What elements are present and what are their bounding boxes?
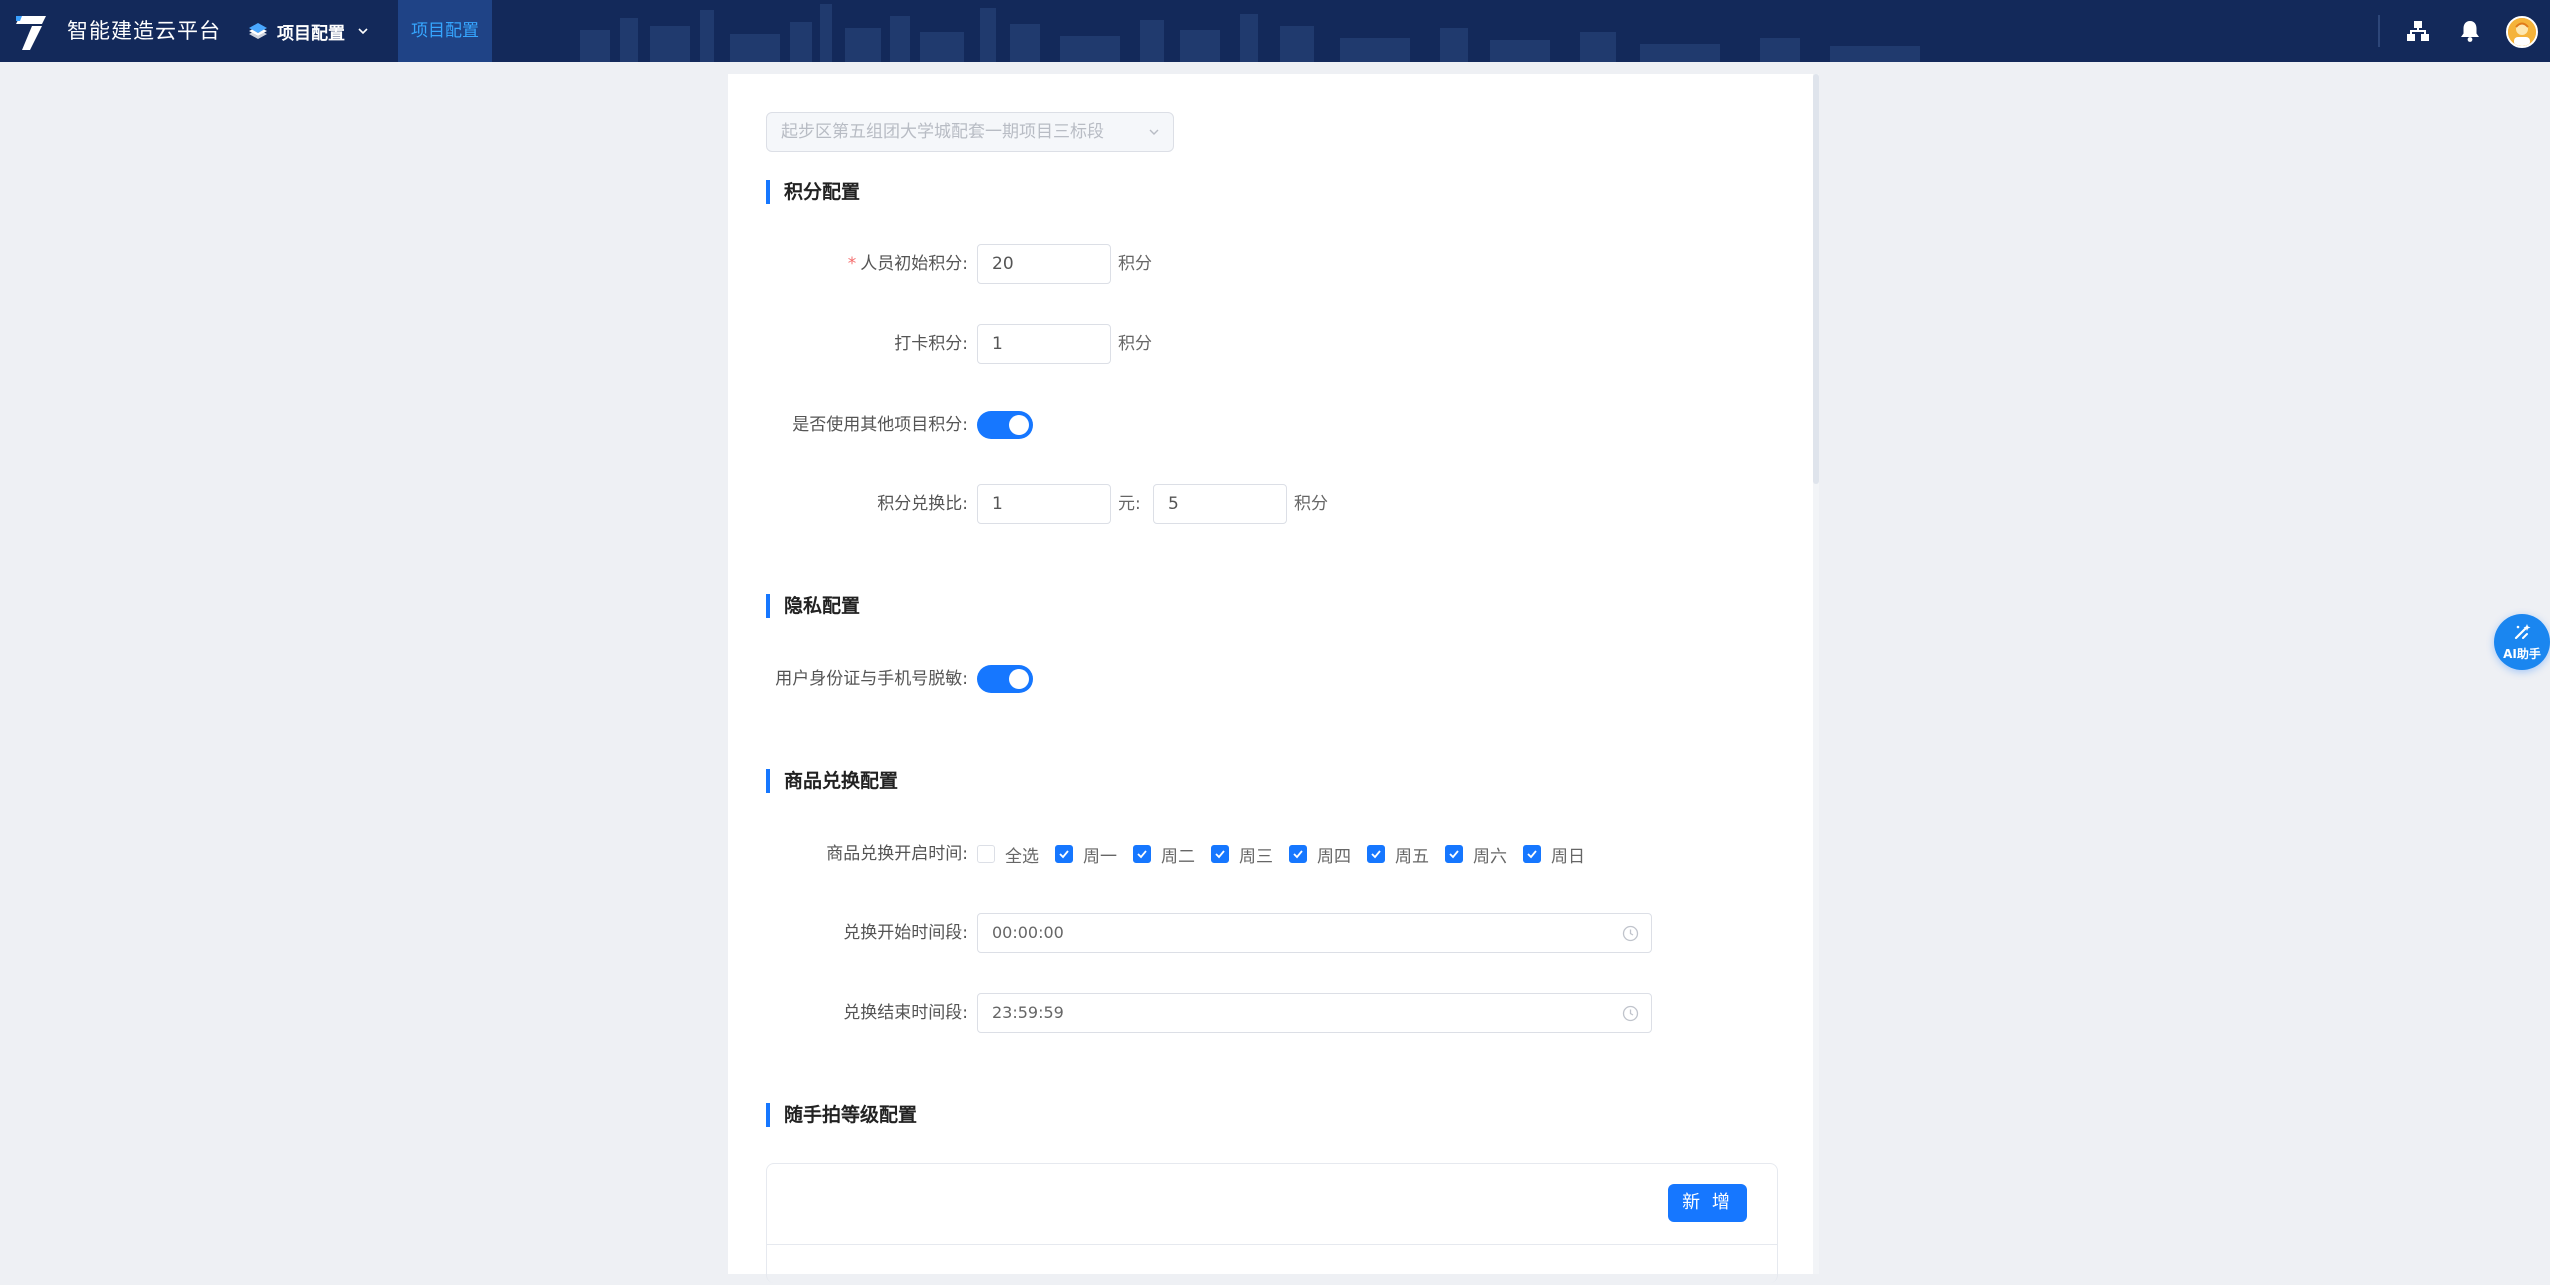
- scrollbar-thumb[interactable]: [1813, 74, 1819, 484]
- table-divider: [767, 1244, 1777, 1245]
- chevron-down-icon: [358, 28, 368, 35]
- photo-level-table: [766, 1163, 1778, 1283]
- checkin-points-input[interactable]: 1: [977, 324, 1111, 364]
- checkin-points-unit: 积分: [1118, 334, 1152, 354]
- bell-icon[interactable]: [2457, 18, 2483, 44]
- end-time-value: 23:59:59: [992, 1003, 1064, 1022]
- checkbox-sunday[interactable]: 周日: [1523, 842, 1585, 867]
- start-time-picker[interactable]: 00:00:00: [977, 913, 1652, 953]
- ratio-points-unit: 积分: [1294, 494, 1328, 514]
- check-icon: [1059, 850, 1069, 859]
- magic-wand-icon: [2514, 624, 2531, 640]
- tab-project-config[interactable]: 项目配置: [398, 0, 492, 62]
- check-icon: [1293, 850, 1303, 859]
- checkbox-label: 全选: [1005, 846, 1039, 867]
- start-time-label: 兑换开始时间段:: [843, 923, 968, 943]
- end-time-label: 兑换结束时间段:: [843, 1003, 968, 1023]
- checkbox-label: 周日: [1551, 846, 1585, 867]
- app-name: 智能建造云平台: [67, 19, 221, 43]
- start-time-value: 00:00:00: [992, 923, 1064, 942]
- checkbox-box: [1211, 845, 1229, 863]
- project-select-value: 起步区第五组团大学城配套一期项目三标段: [781, 122, 1104, 142]
- checkbox-box: [1133, 845, 1151, 863]
- section-title-photo-level: 随手拍等级配置: [766, 1103, 917, 1127]
- initial-points-unit: 积分: [1118, 254, 1152, 274]
- ai-helper-label: AI助手: [2503, 647, 2541, 661]
- check-icon: [1371, 850, 1381, 859]
- check-icon: [1527, 850, 1537, 859]
- end-time-picker[interactable]: 23:59:59: [977, 993, 1652, 1033]
- check-icon: [1215, 850, 1225, 859]
- checkbox-box: [1445, 845, 1463, 863]
- clock-icon: [1622, 1005, 1639, 1022]
- initial-points-input[interactable]: 20: [977, 244, 1111, 284]
- top-navigation-bar: 智能建造云平台 项目配置 项目配置: [0, 0, 2550, 62]
- checkbox-tuesday[interactable]: 周二: [1133, 842, 1195, 867]
- project-config-menu[interactable]: 项目配置: [248, 16, 370, 46]
- use-other-points-toggle[interactable]: [977, 411, 1033, 439]
- ratio-yuan-unit: 元:: [1118, 494, 1141, 514]
- ratio-yuan-input[interactable]: 1: [977, 484, 1111, 524]
- section-title-exchange: 商品兑换配置: [766, 769, 898, 793]
- checkbox-box: [1367, 845, 1385, 863]
- use-other-points-label: 是否使用其他项目积分:: [792, 415, 968, 435]
- project-select[interactable]: 起步区第五组团大学城配套一期项目三标段: [766, 112, 1174, 152]
- desensitize-label: 用户身份证与手机号脱敏:: [775, 669, 968, 689]
- checkbox-label: 周一: [1083, 846, 1117, 867]
- checkbox-monday[interactable]: 周一: [1055, 842, 1117, 867]
- avatar[interactable]: [2506, 16, 2538, 48]
- add-button[interactable]: 新 增: [1668, 1184, 1747, 1222]
- section-title-points: 积分配置: [766, 180, 860, 204]
- ai-helper-button[interactable]: AI助手: [2494, 614, 2550, 670]
- toggle-knob: [1009, 415, 1029, 435]
- clock-icon: [1622, 925, 1639, 942]
- checkbox-box: [1289, 845, 1307, 863]
- checkbox-saturday[interactable]: 周六: [1445, 842, 1507, 867]
- checkbox-box: [977, 845, 995, 863]
- toggle-knob: [1009, 669, 1029, 689]
- checkbox-select-all[interactable]: 全选: [977, 842, 1039, 867]
- initial-points-label-text: 人员初始积分:: [860, 254, 968, 274]
- chevron-down-icon: [1149, 129, 1159, 135]
- open-time-label: 商品兑换开启时间:: [826, 844, 968, 864]
- weekday-checkbox-group: 全选 周一 周二 周三 周四 周五 周六 周日: [977, 834, 1601, 874]
- desensitize-toggle[interactable]: [977, 665, 1033, 693]
- logo-icon: [16, 16, 46, 50]
- user-avatar-icon: [2508, 18, 2536, 46]
- checkin-points-label: 打卡积分:: [894, 334, 968, 354]
- checkbox-label: 周二: [1161, 846, 1195, 867]
- checkbox-label: 周三: [1239, 846, 1273, 867]
- checkbox-label: 周五: [1395, 846, 1429, 867]
- initial-points-label: * 人员初始积分:: [368, 244, 968, 284]
- ratio-points-input[interactable]: 5: [1153, 484, 1287, 524]
- exchange-ratio-label: 积分兑换比:: [877, 494, 968, 514]
- checkbox-box: [1523, 845, 1541, 863]
- checkbox-friday[interactable]: 周五: [1367, 842, 1429, 867]
- city-skyline-background: [580, 4, 1920, 62]
- project-config-menu-label: 项目配置: [277, 23, 345, 44]
- required-mark: *: [847, 254, 857, 274]
- section-title-privacy: 隐私配置: [766, 594, 860, 618]
- check-icon: [1449, 850, 1459, 859]
- checkbox-label: 周六: [1473, 846, 1507, 867]
- checkbox-label: 周四: [1317, 846, 1351, 867]
- layers-icon: [249, 23, 267, 39]
- checkbox-wednesday[interactable]: 周三: [1211, 842, 1273, 867]
- header-divider: [2378, 15, 2380, 47]
- check-icon: [1137, 850, 1147, 859]
- checkbox-box: [1055, 845, 1073, 863]
- checkbox-thursday[interactable]: 周四: [1289, 842, 1351, 867]
- org-chart-icon[interactable]: [2405, 18, 2431, 44]
